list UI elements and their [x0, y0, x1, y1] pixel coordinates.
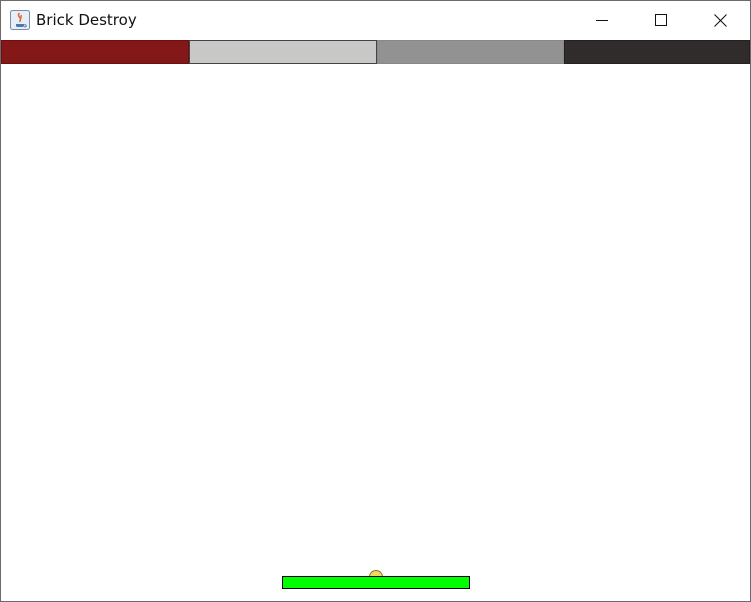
java-app-icon: [10, 10, 30, 30]
window-title: Brick Destroy: [36, 11, 137, 29]
brick-clay: [1, 40, 189, 64]
brick-reinforced: [564, 40, 750, 64]
game-board[interactable]: [1, 39, 750, 601]
maximize-button[interactable]: [638, 1, 684, 39]
game-window: Brick Destroy: [0, 0, 751, 602]
maximize-icon: [655, 14, 667, 26]
minimize-icon: [596, 20, 608, 21]
brick-steel: [377, 40, 564, 64]
brick-cement: [189, 40, 377, 64]
minimize-button[interactable]: [579, 1, 625, 39]
close-button[interactable]: [697, 1, 743, 39]
close-icon: [713, 13, 727, 27]
paddle[interactable]: [282, 576, 470, 589]
title-bar[interactable]: Brick Destroy: [1, 1, 750, 39]
